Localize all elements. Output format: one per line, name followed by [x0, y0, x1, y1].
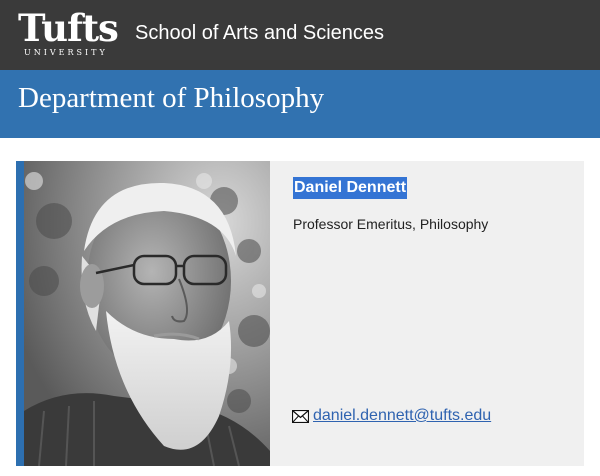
card-accent-bar	[16, 161, 24, 466]
tufts-logo[interactable]: Tufts UNIVERSITY	[18, 6, 119, 64]
department-title[interactable]: Department of Philosophy	[18, 82, 324, 115]
person-title: Professor Emeritus, Philosophy	[293, 216, 489, 232]
school-link[interactable]: School of Arts and Sciences	[135, 22, 384, 45]
portrait-image	[24, 161, 270, 466]
logo-wordmark: Tufts	[18, 6, 119, 50]
email-row: daniel.dennett@tufts.edu	[292, 406, 491, 426]
site-header: Tufts UNIVERSITY School of Arts and Scie…	[0, 0, 600, 70]
person-name: Daniel Dennett	[293, 177, 408, 199]
profile-photo	[24, 161, 270, 466]
logo-subtitle: UNIVERSITY	[24, 48, 108, 57]
email-link[interactable]: daniel.dennett@tufts.edu	[313, 407, 491, 425]
envelope-icon	[292, 409, 309, 423]
